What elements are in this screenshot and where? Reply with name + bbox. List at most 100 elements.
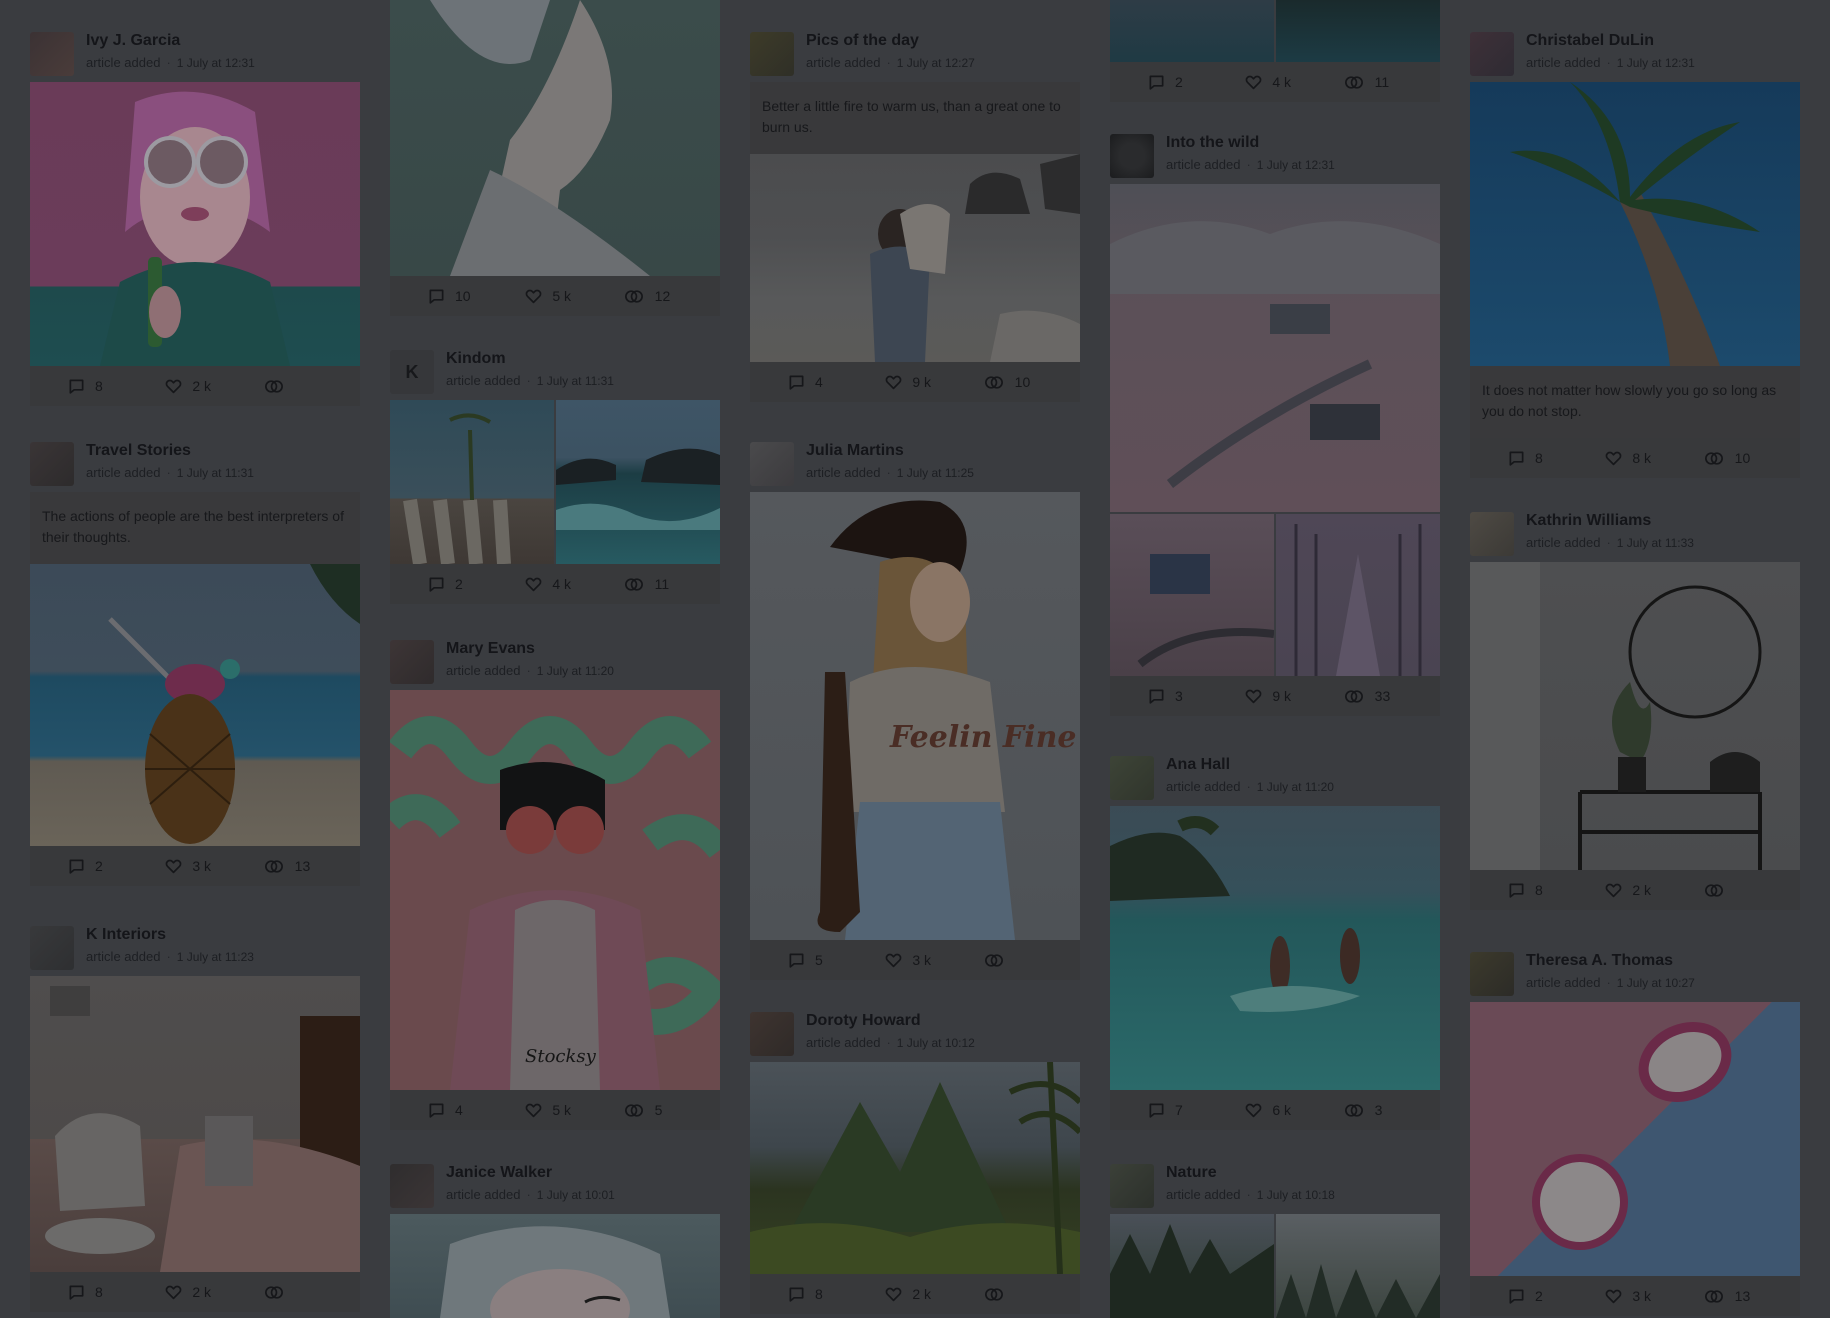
comment-count[interactable]: 8 [68, 378, 165, 395]
avatar[interactable] [1110, 134, 1154, 178]
like-count[interactable]: 5 k [525, 288, 622, 305]
post-image[interactable] [1276, 1214, 1440, 1318]
post-image[interactable] [1276, 514, 1440, 676]
post-card-ivy[interactable]: Ivy J. Garcia article added · 1 July at 12… [30, 24, 360, 406]
avatar[interactable] [1470, 512, 1514, 556]
post-image[interactable] [390, 1214, 720, 1318]
avatar[interactable] [30, 442, 74, 486]
comment-count[interactable]: 7 [1148, 1102, 1245, 1119]
like-count[interactable]: 2 k [165, 1284, 262, 1301]
post-card-theresa-thomas[interactable]: Theresa A. Thomas article added · 1 July a… [1470, 944, 1800, 1316]
like-count[interactable]: 6 k [1245, 1102, 1342, 1119]
author-name[interactable]: Travel Stories [86, 442, 191, 460]
comment-count[interactable]: 4 [428, 1102, 525, 1119]
post-image[interactable]: Feelin Fine [750, 492, 1080, 940]
like-count[interactable]: 9 k [1245, 688, 1342, 705]
post-image[interactable] [750, 154, 1080, 362]
share-count[interactable] [1703, 882, 1800, 899]
post-image[interactable]: Stocksy [390, 690, 720, 1090]
post-card-pics-of-the-day[interactable]: Pics of the day article added · 1 July at … [750, 24, 1080, 402]
post-image[interactable] [1470, 562, 1800, 870]
share-count[interactable]: 10 [1703, 450, 1800, 467]
author-name[interactable]: Kindom [446, 350, 506, 368]
avatar[interactable] [390, 1164, 434, 1208]
avatar[interactable] [30, 32, 74, 76]
post-image[interactable] [750, 1062, 1080, 1274]
post-image[interactable] [1110, 184, 1440, 512]
post-card-doroty-howard[interactable]: Doroty Howard article added · 1 July at 10… [750, 1004, 1080, 1314]
author-name[interactable]: Ivy J. Garcia [86, 32, 180, 50]
like-count[interactable]: 3 k [885, 952, 982, 969]
avatar[interactable] [390, 640, 434, 684]
post-image[interactable] [30, 564, 360, 846]
share-count[interactable] [983, 952, 1080, 969]
like-count[interactable]: 2 k [1605, 882, 1702, 899]
post-card-ana-hall[interactable]: Ana Hall article added · 1 July at 11:20 7… [1110, 748, 1440, 1130]
author-name[interactable]: K Interiors [86, 926, 166, 944]
post-image[interactable] [1110, 514, 1274, 676]
author-name[interactable]: Ana Hall [1166, 756, 1230, 774]
avatar[interactable] [1470, 32, 1514, 76]
author-name[interactable]: Julia Martins [806, 442, 904, 460]
post-image[interactable] [1470, 1002, 1800, 1276]
post-card-mary-evans[interactable]: Mary Evans article added · 1 July at 11:20… [390, 632, 720, 1130]
avatar[interactable] [1110, 756, 1154, 800]
like-count[interactable]: 4 k [525, 576, 622, 593]
comment-count[interactable]: 5 [788, 952, 885, 969]
post-image[interactable] [1276, 0, 1440, 62]
post-image[interactable] [1110, 806, 1440, 1090]
author-name[interactable]: Mary Evans [446, 640, 535, 658]
share-count[interactable]: 33 [1343, 688, 1440, 705]
post-card-kathrin-williams[interactable]: Kathrin Williams article added · 1 July at… [1470, 504, 1800, 910]
comment-count[interactable]: 2 [1508, 1288, 1605, 1305]
comment-count[interactable]: 8 [68, 1284, 165, 1301]
author-name[interactable]: Kathrin Williams [1526, 512, 1651, 530]
like-count[interactable]: 2 k [165, 378, 262, 395]
like-count[interactable]: 4 k [1245, 74, 1342, 91]
post-card-portrait-top[interactable]: 10 5 k 12 [390, 0, 720, 316]
post-card-k-interiors[interactable]: K Interiors article added · 1 July at 11:2… [30, 918, 360, 1312]
author-name[interactable]: Pics of the day [806, 32, 919, 50]
like-count[interactable]: 3 k [165, 858, 262, 875]
post-card-christabel-dulin[interactable]: Christabel DuLin article added · 1 July at… [1470, 24, 1800, 478]
comment-count[interactable]: 8 [788, 1286, 885, 1303]
share-count[interactable] [263, 1284, 360, 1301]
like-count[interactable]: 3 k [1605, 1288, 1702, 1305]
author-name[interactable]: Into the wild [1166, 134, 1259, 152]
avatar[interactable] [1470, 952, 1514, 996]
post-image[interactable] [390, 400, 554, 564]
comment-count[interactable]: 8 [1508, 450, 1605, 467]
comment-count[interactable]: 3 [1148, 688, 1245, 705]
post-image[interactable] [390, 0, 720, 276]
share-count[interactable]: 3 [1343, 1102, 1440, 1119]
comment-count[interactable]: 10 [428, 288, 525, 305]
post-card-travel-stories[interactable]: Travel Stories article added · 1 July at 1… [30, 434, 360, 886]
avatar[interactable] [1110, 1164, 1154, 1208]
share-count[interactable] [263, 378, 360, 395]
post-image[interactable] [556, 400, 720, 564]
post-image[interactable] [30, 82, 360, 366]
share-count[interactable]: 12 [623, 288, 720, 305]
post-card-lake-top[interactable]: 2 4 k 11 [1110, 0, 1440, 102]
post-card-kindom[interactable]: K Kindom article added · 1 July at 11:31 [390, 342, 720, 604]
comment-count[interactable]: 2 [68, 858, 165, 875]
share-count[interactable]: 13 [1703, 1288, 1800, 1305]
post-card-janice-walker[interactable]: Janice Walker article added · 1 July at 10… [390, 1156, 720, 1318]
share-count[interactable]: 13 [263, 858, 360, 875]
like-count[interactable]: 2 k [885, 1286, 982, 1303]
share-count[interactable]: 10 [983, 374, 1080, 391]
avatar[interactable] [750, 442, 794, 486]
avatar[interactable] [750, 32, 794, 76]
avatar[interactable] [30, 926, 74, 970]
author-name[interactable]: Christabel DuLin [1526, 32, 1654, 50]
like-count[interactable]: 9 k [885, 374, 982, 391]
comment-count[interactable]: 2 [1148, 74, 1245, 91]
like-count[interactable]: 8 k [1605, 450, 1702, 467]
post-image[interactable] [30, 976, 360, 1272]
post-image[interactable] [1110, 1214, 1274, 1318]
comment-count[interactable]: 4 [788, 374, 885, 391]
share-count[interactable]: 5 [623, 1102, 720, 1119]
post-card-nature[interactable]: Nature article added · 1 July at 10:18 [1110, 1156, 1440, 1318]
avatar[interactable]: K [390, 350, 434, 394]
share-count[interactable] [983, 1286, 1080, 1303]
